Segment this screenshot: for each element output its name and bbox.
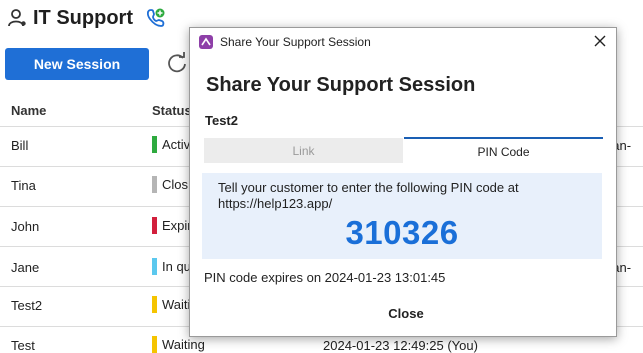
- page-title: IT Support: [33, 6, 133, 29]
- column-header-name[interactable]: Name: [11, 103, 46, 118]
- status-badge: Expir: [152, 217, 192, 234]
- status-label: Clos: [162, 177, 189, 192]
- dialog-titlebar[interactable]: Share Your Support Session: [190, 28, 616, 56]
- user-gear-icon: [8, 9, 26, 27]
- row-name: John: [11, 219, 40, 234]
- close-button[interactable]: Close: [366, 302, 446, 324]
- pin-info-panel: Tell your customer to enter the followin…: [202, 173, 602, 259]
- status-color-bar: [152, 296, 157, 313]
- column-header-status[interactable]: Status: [152, 103, 192, 118]
- tab-link[interactable]: Link: [204, 138, 403, 163]
- status-label: In qu: [162, 259, 191, 274]
- row-name: Test: [11, 338, 35, 353]
- row-name: Bill: [11, 138, 29, 153]
- status-badge: Clos: [152, 176, 188, 193]
- session-name: Test2: [205, 113, 238, 128]
- tab-pin-code[interactable]: PIN Code: [404, 137, 603, 164]
- pin-instruction: Tell your customer to enter the followin…: [218, 180, 519, 211]
- row-timestamp: 2024-01-23 12:49:25 (You): [323, 338, 478, 353]
- new-session-button[interactable]: New Session: [5, 48, 149, 80]
- app-icon: [199, 35, 213, 49]
- row-name: Jane: [11, 260, 40, 275]
- status-badge: In qu: [152, 258, 191, 275]
- status-color-bar: [152, 217, 157, 234]
- dialog-window-title: Share Your Support Session: [220, 35, 371, 49]
- status-color-bar: [152, 136, 157, 153]
- status-label: Waiti: [162, 297, 191, 312]
- row-name: Test2: [11, 298, 43, 313]
- dialog-heading: Share Your Support Session: [206, 74, 476, 96]
- pin-code: 310326: [345, 214, 459, 251]
- row-name: Tina: [11, 178, 36, 193]
- status-label: Expir: [162, 218, 192, 233]
- pin-expiry: PIN code expires on 2024-01-23 13:01:45: [204, 270, 446, 285]
- status-badge: Waiti: [152, 296, 190, 313]
- support-logo-icon: [146, 8, 165, 27]
- status-color-bar: [152, 258, 157, 275]
- share-session-dialog: Share Your Support Session Share Your Su…: [189, 27, 617, 337]
- app-header: IT Support: [8, 5, 167, 31]
- close-icon[interactable]: [592, 33, 608, 49]
- status-color-bar: [152, 176, 157, 193]
- refresh-icon[interactable]: [166, 52, 188, 74]
